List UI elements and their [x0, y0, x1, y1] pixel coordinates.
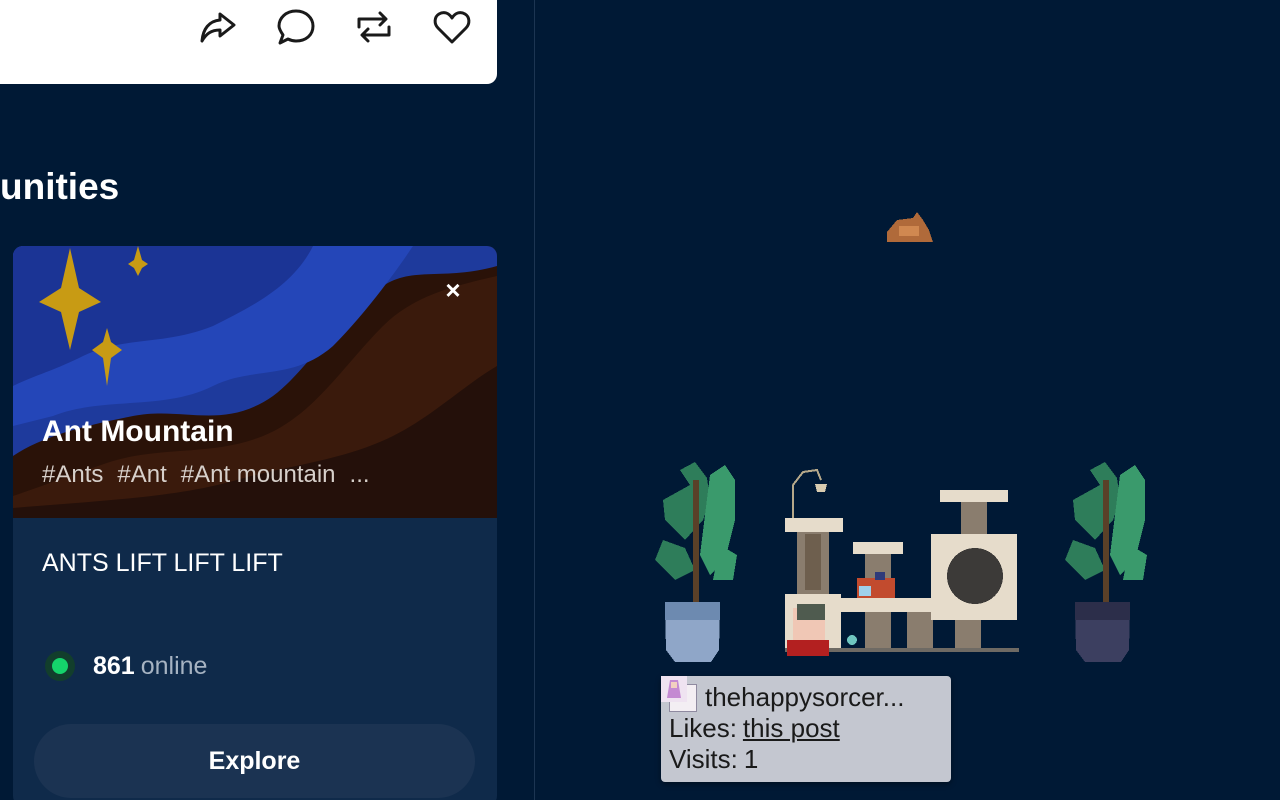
- reblog-icon[interactable]: [353, 6, 395, 48]
- tooltip-post-link[interactable]: this post: [743, 713, 840, 744]
- pixel-scene[interactable]: thehappysorcer... Likes: this post Visit…: [535, 0, 1280, 800]
- tooltip-username[interactable]: thehappysorcer...: [705, 682, 904, 713]
- plant-right-icon: [1065, 462, 1147, 662]
- left-pane: unities × Ant Mountain #Ants #Ant #Ant m…: [0, 0, 534, 800]
- card-banner: × Ant Mountain #Ants #Ant #Ant mountain …: [13, 246, 497, 518]
- character-icon: [787, 604, 829, 656]
- user-avatar-icon[interactable]: [661, 676, 697, 712]
- online-count: 861: [93, 651, 135, 680]
- section-title: unities: [0, 166, 120, 207]
- community-description: ANTS LIFT LIFT LIFT: [42, 549, 283, 577]
- comment-icon[interactable]: [275, 6, 317, 48]
- tag-ant[interactable]: #Ant: [117, 461, 166, 489]
- tooltip-visits-value: 1: [743, 744, 759, 774]
- tag-list: #Ants #Ant #Ant mountain ...: [42, 461, 370, 489]
- community-card[interactable]: × Ant Mountain #Ants #Ant #Ant mountain …: [13, 246, 497, 800]
- online-label: online: [140, 651, 208, 680]
- tooltip-likes-label: Likes:: [669, 713, 737, 743]
- heart-icon[interactable]: [431, 6, 473, 48]
- post-footer: [0, 0, 497, 84]
- tag-ant-mountain[interactable]: #Ant mountain: [181, 461, 336, 489]
- tooltip-visits-label: Visits:: [669, 744, 738, 774]
- flying-creature-icon: [887, 212, 933, 242]
- explore-button[interactable]: Explore: [34, 724, 475, 798]
- close-button[interactable]: ×: [439, 276, 467, 304]
- share-icon[interactable]: [197, 6, 239, 48]
- right-pane: thehappysorcer... Likes: this post Visit…: [535, 0, 1280, 800]
- plant-left-icon: [655, 462, 737, 662]
- tooltip-likes-row: Likes: this post: [669, 713, 943, 744]
- online-indicator-icon: [45, 651, 75, 681]
- community-name: Ant Mountain: [42, 415, 234, 448]
- online-status: 861 online: [45, 651, 207, 681]
- tooltip-user-row: thehappysorcer...: [661, 676, 943, 713]
- post-actions: [197, 6, 473, 48]
- ball-icon: [847, 635, 857, 645]
- tooltip-visits-row: Visits: 1: [669, 744, 943, 775]
- user-tooltip: thehappysorcer... Likes: this post Visit…: [661, 676, 951, 782]
- tags-more[interactable]: ...: [350, 461, 370, 489]
- tag-ants[interactable]: #Ants: [42, 461, 103, 489]
